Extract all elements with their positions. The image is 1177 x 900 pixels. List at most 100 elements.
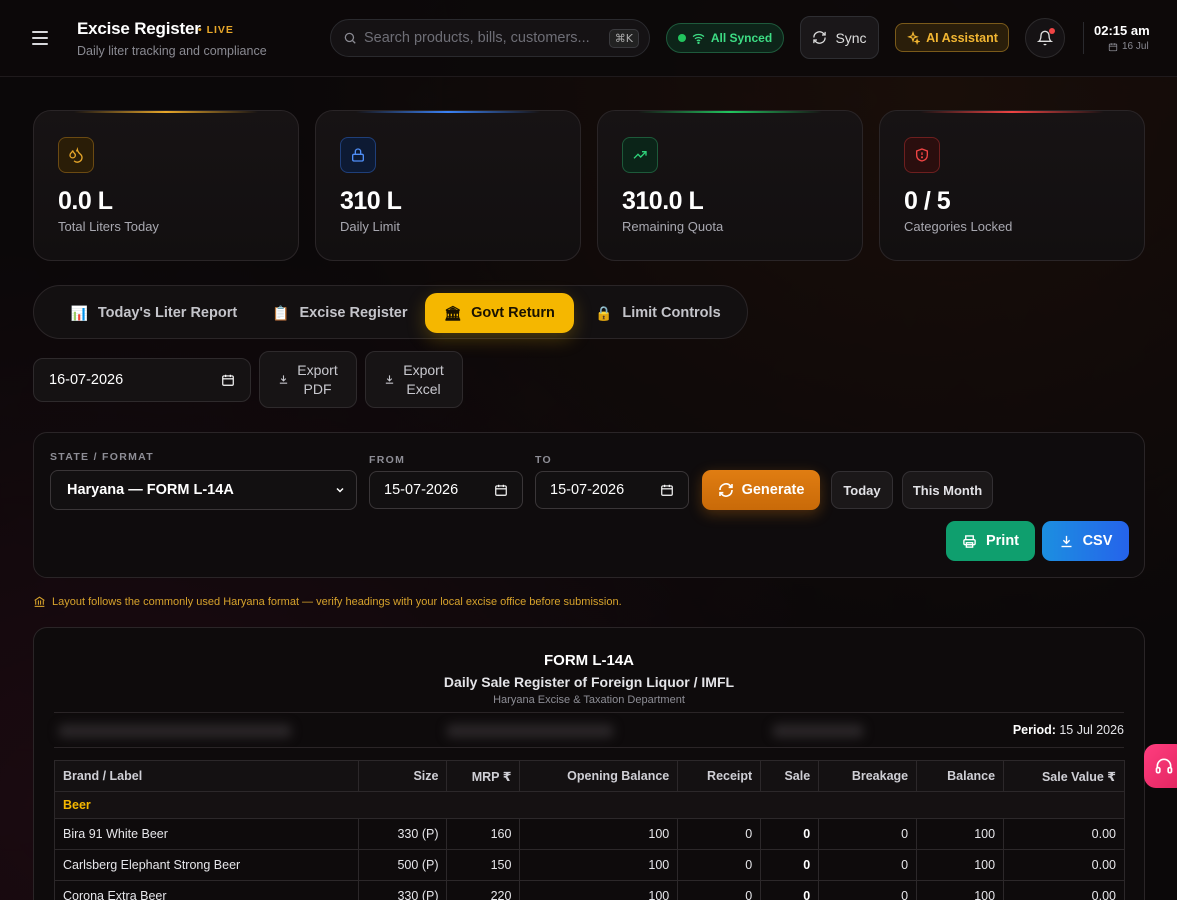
category-label: Beer	[54, 791, 1125, 819]
column-header: Opening Balance	[519, 760, 679, 792]
table-row: Carlsberg Elephant Strong Beer 500 (P) 1…	[54, 849, 1125, 881]
divider	[54, 747, 1124, 748]
sync-status-badge: All Synced	[666, 23, 784, 53]
generate-button[interactable]: Generate	[702, 470, 820, 510]
download-icon	[386, 375, 394, 384]
from-date-input[interactable]: 15-07-2026	[369, 471, 523, 509]
lock-icon	[340, 137, 376, 173]
card-accent	[356, 111, 540, 113]
clock-date: 16 Jul	[1108, 41, 1149, 52]
report-date-input[interactable]: 16-07-2026	[33, 358, 251, 402]
droplet-icon	[58, 137, 94, 173]
column-header: Receipt	[677, 760, 762, 792]
sync-button[interactable]: Sync	[800, 16, 879, 59]
stat-card-categories-locked: 0 / 5 Categories Locked	[879, 110, 1145, 261]
redacted-field	[58, 724, 292, 738]
csv-button[interactable]: CSV	[1042, 521, 1129, 561]
export-pdf-button[interactable]: Export PDF	[259, 351, 357, 408]
support-button[interactable]	[1144, 744, 1177, 788]
tab-todays-liter-report[interactable]: 📊 Today's Liter Report	[50, 293, 258, 333]
state-format-select[interactable]: Haryana — FORM L-14A	[50, 470, 357, 510]
calendar-icon	[661, 484, 673, 496]
to-date-input[interactable]: 15-07-2026	[535, 471, 689, 509]
column-header: Sale	[760, 760, 820, 792]
calendar-icon	[495, 484, 507, 496]
stat-card-remaining-quota: 310.0 L Remaining Quota	[597, 110, 863, 261]
classical-building-icon: 🏛	[443, 304, 462, 321]
sparkles-icon	[907, 30, 921, 45]
shield-alert-icon	[904, 137, 940, 173]
trending-up-icon	[622, 137, 658, 173]
download-icon	[1061, 535, 1072, 547]
state-format-label: STATE / FORMAT	[50, 451, 154, 463]
page-title: Excise Register	[77, 19, 201, 38]
divider	[54, 712, 1124, 713]
format-note: Layout follows the commonly used Haryana…	[33, 595, 622, 608]
bank-building-icon	[34, 596, 45, 607]
download-icon	[280, 375, 288, 384]
report-sheet: FORM L-14A Daily Sale Register of Foreig…	[33, 627, 1145, 900]
column-header: Sale Value ₹	[1003, 760, 1125, 792]
search-shortcut: ⌘K	[608, 28, 639, 48]
tab-govt-return[interactable]: 🏛 Govt Return	[425, 293, 574, 333]
sync-button-label: Sync	[835, 29, 867, 46]
table-row: Bira 91 White Beer 330 (P) 160 100 0 0 0…	[54, 818, 1125, 850]
stat-value: 310.0 L	[622, 187, 704, 215]
stat-value: 0 / 5	[904, 187, 951, 215]
menu-icon[interactable]	[32, 27, 54, 49]
top-bar: Excise Register • LIVE Daily liter track…	[0, 0, 1177, 77]
this-month-button[interactable]: This Month	[902, 471, 993, 509]
stat-card-daily-limit: 310 L Daily Limit	[315, 110, 581, 261]
refresh-icon	[813, 31, 827, 44]
ai-assistant-button[interactable]: AI Assistant	[895, 23, 1009, 52]
sync-status-text: All Synced	[710, 31, 773, 45]
tab-bar: 📊 Today's Liter Report 📋 Excise Register…	[33, 285, 748, 339]
stat-card-total-liters: 0.0 L Total Liters Today	[33, 110, 299, 261]
divider	[1083, 22, 1084, 54]
headset-icon	[1155, 758, 1173, 774]
column-header: Balance	[916, 760, 1005, 792]
redacted-field	[772, 724, 864, 738]
stat-label: Remaining Quota	[622, 219, 724, 234]
clipboard-icon: 📋	[272, 304, 290, 321]
stat-value: 0.0 L	[58, 187, 113, 215]
report-department: Haryana Excise & Taxation Department	[493, 694, 685, 706]
search-icon	[344, 32, 356, 44]
redacted-field	[446, 724, 614, 738]
card-accent	[638, 111, 822, 113]
export-excel-button[interactable]: Export Excel	[365, 351, 463, 408]
card-accent	[74, 111, 258, 113]
printer-icon	[963, 534, 976, 548]
category-row: Beer	[54, 791, 1125, 819]
clock-time: 02:15 am	[1094, 23, 1150, 38]
print-button[interactable]: Print	[946, 521, 1035, 561]
column-header: Brand / Label	[54, 760, 359, 792]
report-subtitle: Daily Sale Register of Foreign Liquor / …	[443, 674, 735, 690]
search-input[interactable]	[364, 30, 609, 46]
calendar-icon	[1108, 42, 1118, 51]
to-label: TO	[535, 454, 552, 466]
column-header: Breakage	[818, 760, 918, 792]
wifi-icon	[692, 33, 705, 44]
card-accent	[920, 111, 1104, 113]
stat-label: Categories Locked	[904, 219, 1013, 234]
stat-label: Total Liters Today	[58, 219, 159, 234]
stat-value: 310 L	[340, 187, 402, 215]
table-header-row: Brand / Label Size MRP ₹ Opening Balance…	[54, 760, 1125, 792]
tab-limit-controls[interactable]: 🔒 Limit Controls	[586, 293, 730, 333]
from-label: FROM	[369, 454, 406, 466]
column-header: Size	[357, 760, 448, 792]
chevron-down-icon	[336, 487, 344, 493]
today-button[interactable]: Today	[831, 471, 893, 509]
lock-icon: 🔒	[595, 304, 613, 321]
tab-excise-register[interactable]: 📋 Excise Register	[262, 293, 418, 333]
status-dot-icon	[677, 34, 686, 42]
live-badge: • LIVE	[198, 24, 234, 36]
calendar-icon	[222, 374, 234, 386]
notifications-button[interactable]	[1025, 18, 1065, 58]
stat-label: Daily Limit	[340, 219, 400, 234]
page-subtitle: Daily liter tracking and compliance	[77, 44, 267, 58]
bar-chart-icon: 📊	[70, 304, 89, 321]
excise-table: Brand / Label Size MRP ₹ Opening Balance…	[54, 760, 1125, 900]
search-bar[interactable]: ⌘K	[330, 19, 650, 57]
